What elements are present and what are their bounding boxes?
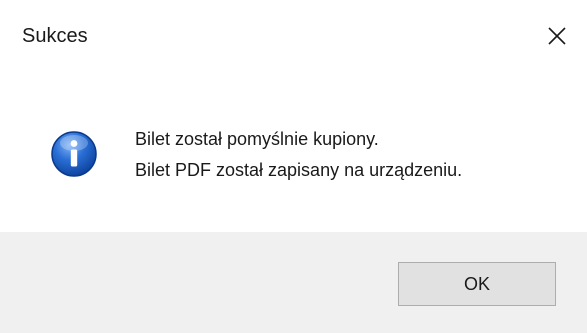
info-icon [51,131,97,177]
dialog-content: Bilet został pomyślnie kupiony. Bilet PD… [0,72,587,232]
dialog-message: Bilet został pomyślnie kupiony. Bilet PD… [135,124,462,186]
ok-button[interactable]: OK [398,262,556,306]
close-icon [548,27,566,45]
message-line: Bilet został pomyślnie kupiony. [135,129,379,149]
close-button[interactable] [527,0,587,72]
dialog-footer: OK [0,232,587,333]
title-bar[interactable]: Sukces [0,0,587,72]
message-line: Bilet PDF został zapisany na urządzeniu. [135,160,463,180]
message-dialog: Sukces Bilet został pomyślnie kupiony. B… [0,0,587,333]
dialog-title: Sukces [22,25,88,47]
